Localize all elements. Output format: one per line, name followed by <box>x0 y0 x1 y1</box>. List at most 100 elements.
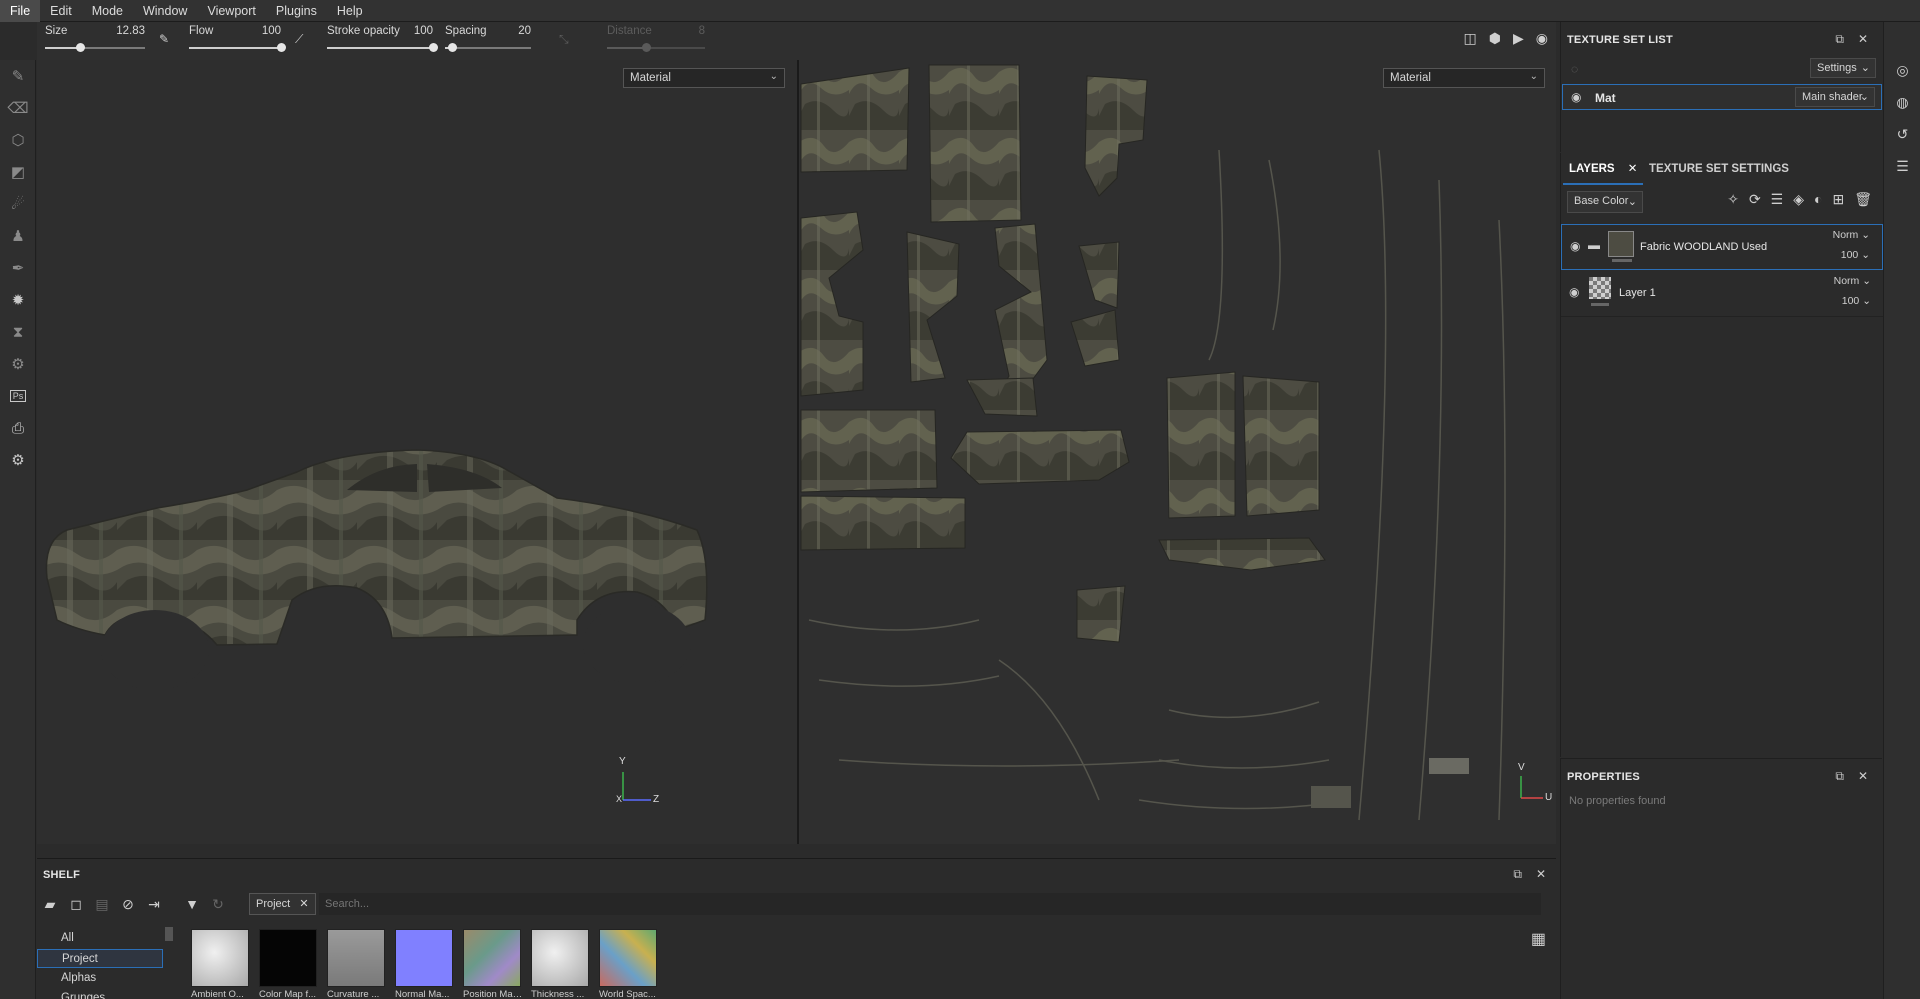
menu-edit[interactable]: Edit <box>40 0 82 22</box>
shelf-title: SHELF <box>43 869 81 881</box>
archive-icon[interactable]: ▤ <box>91 893 113 915</box>
viewport-3d[interactable]: Material ⌄ Y X Z <box>37 60 797 844</box>
layer-toolbar: ✧ ⟳ ☰ ◈ ◐ ⊞ 🗑 <box>1727 191 1872 208</box>
iray-icon[interactable]: ⚙ <box>0 348 36 380</box>
display-settings-icon[interactable]: ◎ <box>1884 54 1920 86</box>
shelf-category-grunges[interactable]: Grunges <box>37 989 163 999</box>
flow-value: 100 <box>261 25 281 37</box>
category-scrollbar[interactable] <box>165 927 173 941</box>
layer-row-fabric[interactable]: ◉ ▬ Fabric WOODLAND Used Norm ⌄ 100 ⌄ <box>1561 224 1883 270</box>
viewport-2d-uv[interactable]: Material ⌄ V U <box>799 60 1556 844</box>
close-icon[interactable]: ✕ <box>1628 163 1638 175</box>
add-folder-icon[interactable]: ⊞ <box>1832 191 1844 208</box>
shelf-thumbnail[interactable] <box>599 929 657 987</box>
blend-mode-value: Norm <box>1832 229 1859 241</box>
shelf-thumbnail[interactable] <box>327 929 385 987</box>
photoshop-icon[interactable]: Ps <box>0 380 36 412</box>
shelf-category-all[interactable]: All <box>37 929 163 948</box>
axis-x-label: X <box>616 794 623 804</box>
blend-mode-dropdown[interactable]: Norm ⌄ <box>1834 275 1871 287</box>
paint-brush-icon[interactable]: ✎ <box>0 60 36 92</box>
float-window-icon[interactable]: ⧉ <box>1513 867 1522 882</box>
smudge-icon[interactable]: ☄ <box>0 188 36 220</box>
chevron-down-icon: ⌄ <box>1860 62 1870 74</box>
close-icon[interactable]: ✕ <box>299 898 308 910</box>
eye-icon[interactable]: ◉ <box>1571 90 1581 104</box>
shelf-category-alphas[interactable]: Alphas <box>37 969 163 988</box>
shader-dropdown[interactable]: Main shader ⌄ <box>1795 87 1875 107</box>
shelf-thumbnail[interactable] <box>259 929 317 987</box>
hide-icon[interactable]: ⊘ <box>117 893 139 915</box>
lazy-mouse-icon[interactable]: ⤡ <box>555 22 577 60</box>
menu-viewport[interactable]: Viewport <box>197 0 265 22</box>
add-layer-icon[interactable]: ☰ <box>1771 191 1784 208</box>
visibility-toggle-icon[interactable]: ◌ <box>1571 62 1578 76</box>
add-generator-icon[interactable]: ⟳ <box>1749 191 1761 208</box>
new-shelf-icon[interactable]: ◻ <box>65 893 87 915</box>
delete-trash-icon[interactable]: 🗑 <box>1854 191 1872 208</box>
spacing-slider[interactable]: Spacing 20 <box>437 22 537 60</box>
float-window-icon[interactable]: ⧉ <box>1835 769 1844 784</box>
tab-layers[interactable]: LAYERS ✕ <box>1563 153 1644 185</box>
import-icon[interactable]: ⇥ <box>143 893 165 915</box>
projection-icon[interactable]: ⬡ <box>0 124 36 156</box>
grid-view-icon[interactable]: ▦ <box>1531 929 1546 949</box>
brush-alpha-icon[interactable]: ✎ <box>155 22 177 60</box>
reset-icon[interactable]: ↻ <box>207 893 229 915</box>
bake-icon[interactable]: ✹ <box>0 284 36 316</box>
flow-slider[interactable]: Flow 100 <box>181 22 287 60</box>
export-icon[interactable]: ⎙ <box>0 412 36 444</box>
eye-icon[interactable]: ◉ <box>1570 239 1580 253</box>
display-cube-icon[interactable]: ⬢ <box>1489 30 1501 47</box>
stroke-pen-icon[interactable]: ⟋ <box>291 22 313 60</box>
filter-tag-project[interactable]: Project ✕ <box>249 893 316 915</box>
eye-icon[interactable]: ◉ <box>1569 285 1579 299</box>
close-icon[interactable]: ✕ <box>1858 769 1868 783</box>
shelf-thumbnail[interactable] <box>463 929 521 987</box>
texture-set-row[interactable]: ◉ Mat Main shader ⌄ <box>1562 84 1882 110</box>
stroke-opacity-slider[interactable]: Stroke opacity 100 <box>319 22 439 60</box>
channel-dropdown[interactable]: Base Color ⌄ <box>1567 191 1643 213</box>
close-icon[interactable]: ✕ <box>1536 867 1546 881</box>
filter-icon[interactable]: ▼ <box>181 893 203 915</box>
settings-dropdown[interactable]: Settings ⌄ <box>1810 58 1876 78</box>
shader-label: Main shader <box>1802 91 1863 103</box>
texture-set-name: Mat <box>1595 91 1616 105</box>
blend-mode-dropdown[interactable]: Norm ⌄ <box>1833 229 1870 241</box>
opacity-dropdown[interactable]: 100 ⌄ <box>1841 249 1870 261</box>
add-mask-icon[interactable]: ◐ <box>1814 191 1822 208</box>
float-window-icon[interactable]: ⧉ <box>1835 32 1844 47</box>
shader-settings-icon[interactable]: ◍ <box>1884 86 1920 118</box>
history-icon[interactable]: ↺ <box>1884 118 1920 150</box>
log-icon[interactable]: ☰ <box>1884 150 1920 182</box>
screenshot-camera-icon[interactable]: ◉ <box>1536 30 1548 47</box>
shelf-category-project[interactable]: Project <box>37 949 163 968</box>
add-fill-layer-icon[interactable]: ◈ <box>1793 191 1804 208</box>
shelf-thumbnail[interactable] <box>191 929 249 987</box>
left-toolbar: ✎ ⌫ ⬡ ◩ ☄ ♟ ✒ ✹ ⧗ ⚙ Ps ⎙ ⚙ <box>0 60 36 999</box>
polygon-fill-icon[interactable]: ◩ <box>0 156 36 188</box>
clone-stamp-icon[interactable]: ♟ <box>0 220 36 252</box>
shelf-thumbnail[interactable] <box>395 929 453 987</box>
opacity-dropdown[interactable]: 100 ⌄ <box>1842 295 1871 307</box>
menu-plugins[interactable]: Plugins <box>266 0 327 22</box>
settings-gear-icon[interactable]: ⚙ <box>0 444 36 476</box>
shelf-search-input[interactable] <box>319 893 1541 915</box>
menu-file[interactable]: File <box>0 0 41 22</box>
color-picker-icon[interactable]: ✒ <box>0 252 36 284</box>
close-icon[interactable]: ✕ <box>1858 32 1868 46</box>
add-effect-icon[interactable]: ✧ <box>1727 191 1739 208</box>
opacity-value: 100 <box>1841 295 1860 307</box>
layer-row-layer1[interactable]: ◉ Layer 1 Norm ⌄ 100 ⌄ <box>1561 271 1883 317</box>
camera-video-icon[interactable]: ▶ <box>1513 30 1524 47</box>
split-view-icon[interactable]: ◫ <box>1464 30 1477 47</box>
hourglass-icon[interactable]: ⧗ <box>0 316 36 348</box>
tab-texture-set-settings[interactable]: TEXTURE SET SETTINGS <box>1643 153 1795 185</box>
size-slider[interactable]: Size 12.83 <box>37 22 151 60</box>
menu-help[interactable]: Help <box>327 0 373 22</box>
eraser-icon[interactable]: ⌫ <box>0 92 36 124</box>
menu-mode[interactable]: Mode <box>82 0 133 22</box>
menu-window[interactable]: Window <box>133 0 197 22</box>
shelf-thumbnail[interactable] <box>531 929 589 987</box>
folder-icon[interactable]: ▰ <box>39 893 61 915</box>
